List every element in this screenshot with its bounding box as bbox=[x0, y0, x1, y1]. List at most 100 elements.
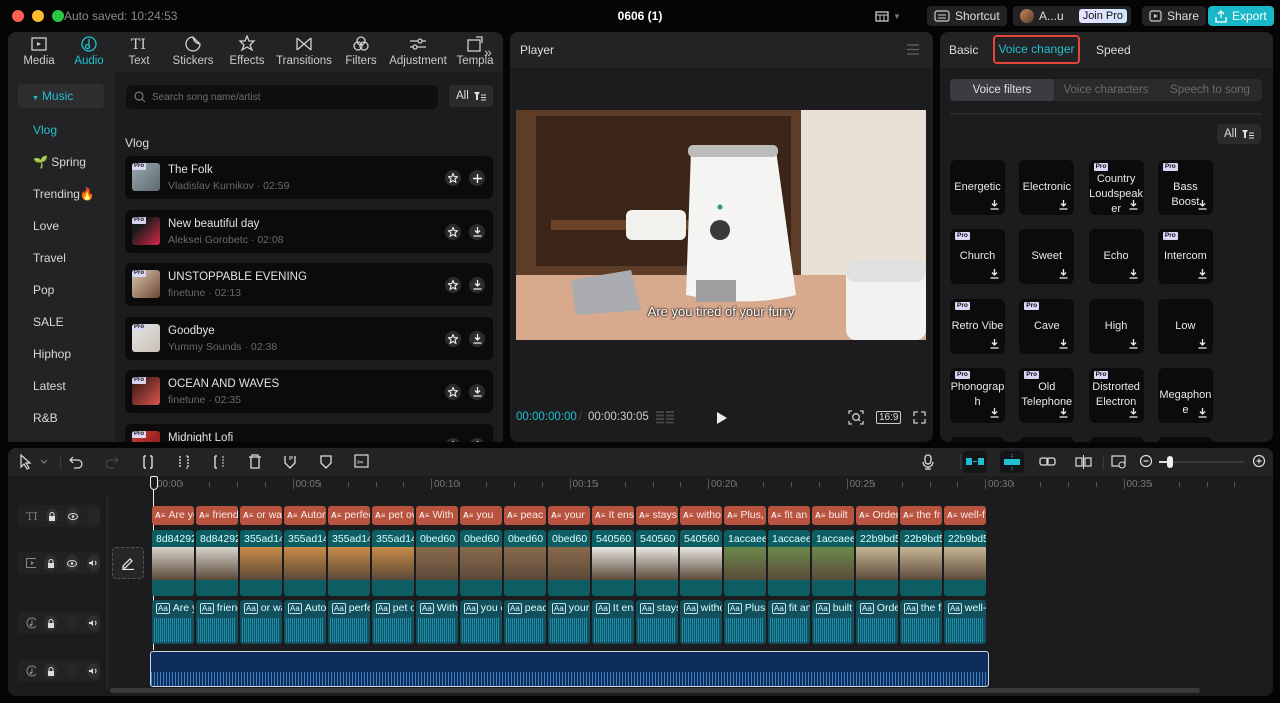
download-icon[interactable] bbox=[1129, 269, 1138, 279]
tab-text[interactable]: TI Text bbox=[114, 35, 164, 72]
text-clip[interactable]: A≡ your bbox=[548, 506, 590, 525]
voiceover-clip[interactable]: Aa With bbox=[416, 600, 458, 644]
video-clip[interactable]: 540560 bbox=[680, 530, 722, 596]
shortcut-button[interactable]: Shortcut bbox=[927, 6, 1007, 26]
lock-icon[interactable] bbox=[45, 508, 59, 524]
add-song-button[interactable] bbox=[469, 170, 485, 186]
aspect-ratio-button[interactable]: 16:9 bbox=[876, 411, 902, 424]
subtab-voice-characters[interactable]: Voice characters bbox=[1054, 79, 1158, 101]
split-left-icon[interactable] bbox=[176, 453, 196, 471]
voice-filter-button[interactable]: All bbox=[1217, 124, 1261, 144]
undo-icon[interactable] bbox=[68, 453, 88, 471]
text-clip[interactable]: A≡ stays bbox=[636, 506, 678, 525]
download-icon[interactable] bbox=[1059, 338, 1068, 349]
auto-snap-icon[interactable] bbox=[1000, 451, 1024, 473]
voice-filter-card[interactable]: Pro Phonograp h bbox=[950, 367, 1005, 423]
download-song-button[interactable] bbox=[469, 384, 485, 400]
preview-axis-icon[interactable] bbox=[1110, 453, 1130, 471]
mark-icon[interactable] bbox=[318, 453, 338, 471]
voice-filter-card[interactable]: Sweet bbox=[1019, 229, 1075, 285]
voiceover-clip[interactable]: Aapet ov bbox=[372, 600, 414, 644]
text-clip[interactable]: A≡ friend bbox=[196, 506, 238, 525]
voice-filter-card[interactable]: High bbox=[1088, 298, 1144, 354]
delete-icon[interactable] bbox=[247, 453, 267, 471]
song-item[interactable]: Pro OCEAN AND WAVES finetune · 02:35 bbox=[125, 370, 493, 413]
video-clip[interactable]: 355ad14 bbox=[372, 530, 414, 596]
voiceover-clip[interactable]: Aa your bbox=[548, 600, 590, 644]
sidebar-item[interactable]: Trending🔥 bbox=[33, 187, 95, 201]
video-clip[interactable]: 355ad14 bbox=[240, 530, 282, 596]
text-clip[interactable]: A≡ well-f bbox=[944, 506, 986, 525]
layout-menu-button[interactable]: ▼ bbox=[874, 9, 902, 23]
video-clip[interactable]: 540560 bbox=[636, 530, 678, 596]
song-item[interactable]: Pro The Folk Vladislav Kurnikov · 02:59 bbox=[125, 156, 493, 199]
maximize-window-button[interactable] bbox=[52, 10, 64, 22]
tab-templa[interactable]: Templa bbox=[450, 35, 500, 72]
timeline-scrollbar[interactable] bbox=[110, 688, 1200, 693]
tab-media[interactable]: Media bbox=[14, 35, 64, 72]
voiceover-clip[interactable]: Aastays bbox=[636, 600, 678, 644]
tab-transitions[interactable]: Transitions bbox=[272, 35, 336, 72]
voiceover-clip[interactable]: AaAutom bbox=[284, 600, 326, 644]
download-icon[interactable] bbox=[1129, 200, 1138, 210]
zoom-in-icon[interactable] bbox=[1251, 453, 1271, 471]
text-clip[interactable]: A≡ you bbox=[460, 506, 502, 525]
voice-filter-card[interactable]: Pro Cave bbox=[1019, 298, 1075, 354]
voiceover-clip[interactable]: Aayou c bbox=[460, 600, 502, 644]
favorite-song-button[interactable] bbox=[445, 277, 461, 293]
voice-filter-card[interactable]: Pro Church bbox=[950, 229, 1005, 285]
lock-icon[interactable] bbox=[44, 663, 58, 679]
download-icon[interactable] bbox=[1129, 407, 1138, 418]
song-item[interactable]: Pro UNSTOPPABLE EVENING finetune · 02:13 bbox=[125, 263, 493, 306]
text-clip[interactable]: A≡ fit an bbox=[768, 506, 810, 525]
split-icon[interactable] bbox=[140, 453, 160, 471]
sidebar-item[interactable]: SALE bbox=[33, 315, 64, 329]
text-clip[interactable]: A≡ peac bbox=[504, 506, 546, 525]
video-clip[interactable]: 0bed60 bbox=[416, 530, 458, 596]
tab-stickers[interactable]: Stickers bbox=[164, 35, 222, 72]
text-clip[interactable]: A≡ With bbox=[416, 506, 458, 525]
share-button[interactable]: Share bbox=[1142, 6, 1207, 26]
minimize-window-button[interactable] bbox=[32, 10, 44, 22]
split-preview-icon[interactable] bbox=[1074, 453, 1094, 471]
text-clip[interactable]: A≡perfec bbox=[328, 506, 370, 525]
voice-filter-card[interactable] bbox=[1019, 437, 1075, 442]
video-clip[interactable]: 0bed60 bbox=[548, 530, 590, 596]
tab-voice-changer[interactable]: Voice changer bbox=[993, 35, 1080, 64]
voice-filter-card[interactable]: Low bbox=[1157, 298, 1213, 354]
voiceover-clip[interactable]: Aa peac bbox=[504, 600, 546, 644]
microphone-icon[interactable] bbox=[920, 453, 940, 471]
text-clip[interactable]: A≡ It ens bbox=[592, 506, 634, 525]
sidebar-item[interactable]: Travel bbox=[33, 251, 66, 265]
voice-filter-card[interactable] bbox=[1157, 437, 1213, 442]
voiceover-clip[interactable]: AaIt ens bbox=[592, 600, 634, 644]
tab-basic[interactable]: Basic bbox=[949, 43, 978, 57]
subtab-speech-to-song[interactable]: Speech to song bbox=[1158, 79, 1262, 101]
eye-icon[interactable] bbox=[66, 508, 80, 524]
voice-filter-card[interactable]: Energetic bbox=[950, 160, 1005, 215]
text-clip[interactable]: A≡ Plus, bbox=[724, 506, 766, 525]
download-icon[interactable] bbox=[1059, 269, 1068, 279]
text-clip[interactable]: A≡ witho bbox=[680, 506, 722, 525]
slider-thumb[interactable] bbox=[1167, 456, 1173, 468]
select-tool-icon[interactable] bbox=[18, 453, 38, 471]
voiceover-clip[interactable]: Aawithc bbox=[680, 600, 722, 644]
main-track-magnet-icon[interactable] bbox=[963, 451, 987, 473]
sidebar-item[interactable]: R&B bbox=[33, 411, 58, 425]
download-icon[interactable] bbox=[1129, 338, 1138, 349]
timeline-zoom-slider[interactable] bbox=[1159, 456, 1244, 468]
download-icon[interactable] bbox=[1059, 407, 1068, 418]
music-section-toggle[interactable]: ▼ Music bbox=[18, 84, 104, 108]
sidebar-item[interactable]: Pop bbox=[33, 283, 54, 297]
download-song-button[interactable] bbox=[469, 437, 485, 442]
voiceover-clip[interactable]: Aafriend bbox=[196, 600, 238, 644]
voice-filter-card[interactable]: Pro Retro Vibe bbox=[950, 298, 1005, 354]
volume-icon[interactable] bbox=[86, 663, 100, 679]
video-clip[interactable]: 355ad14 bbox=[284, 530, 326, 596]
voice-filter-card[interactable]: Pro Intercom bbox=[1157, 229, 1213, 285]
song-search-input[interactable]: Search song name/artist bbox=[126, 85, 438, 109]
text-clip[interactable]: A≡ or wa bbox=[240, 506, 282, 525]
video-clip[interactable]: 8d84292 bbox=[152, 530, 194, 596]
text-clip[interactable]: A≡pet ov bbox=[372, 506, 414, 525]
remove-background-icon[interactable]: ✂ bbox=[353, 453, 373, 471]
